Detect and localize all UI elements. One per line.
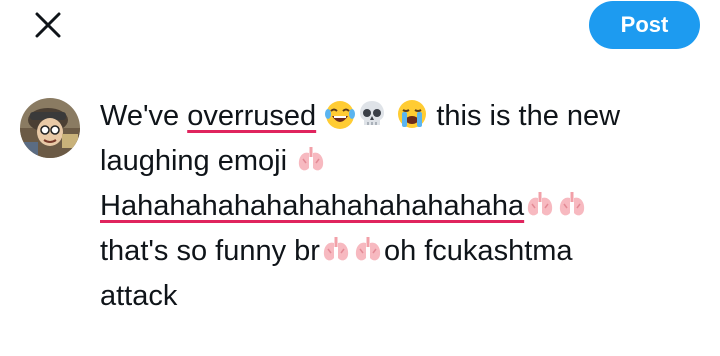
skull-emoji-icon (356, 98, 388, 130)
post-composer[interactable]: We've overrused this is the new laughing… (100, 94, 700, 319)
lungs-emoji-icon (556, 188, 588, 220)
composer-text: attack (100, 280, 178, 312)
composer-text: oh fcukashtma (383, 235, 573, 267)
lungs-emoji-icon (295, 143, 327, 175)
lungs-emoji-icon (524, 188, 556, 220)
composer-line: that's so funny br oh fcukashtma (100, 229, 700, 274)
composer-text: that's so funny br (100, 235, 320, 267)
composer-text: We've (100, 100, 188, 132)
post-button-label: Post (620, 12, 669, 37)
composer-text: this is the new (428, 100, 621, 132)
lungs-emoji-icon (320, 233, 352, 265)
post-button[interactable]: Post (589, 1, 700, 49)
misspelled-word[interactable]: overrused (187, 100, 316, 132)
misspelled-word[interactable]: Hahahahahahahahahahahahaha (100, 190, 524, 222)
lungs-emoji-icon (352, 233, 384, 265)
avatar[interactable] (20, 98, 80, 158)
close-icon (35, 12, 61, 38)
close-button[interactable] (28, 8, 68, 42)
composer-line: We've overrused this is the new (100, 94, 700, 139)
composer-text: laughing emoji (100, 145, 296, 177)
crying-emoji-icon (396, 98, 428, 130)
laughing-emoji-icon (324, 98, 356, 130)
composer-line: attack (100, 274, 700, 319)
avatar-image (20, 98, 80, 158)
composer-line: laughing emoji (100, 139, 700, 184)
composer-line: Hahahahahahahahahahahahaha (100, 184, 700, 229)
